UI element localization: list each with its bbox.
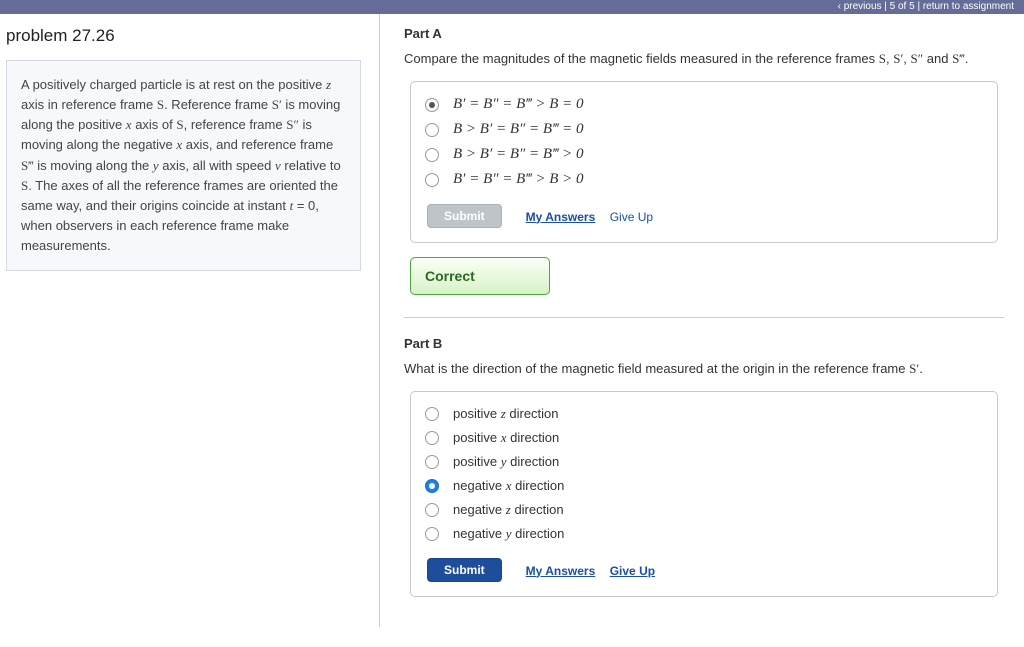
part-a: Part A Compare the magnitudes of the mag… [404, 26, 1004, 295]
choice-label: positive y direction [453, 454, 559, 470]
radio-icon[interactable] [425, 407, 439, 421]
choice-row[interactable]: B′ = B″ = B‴ > B = 0 [425, 92, 983, 117]
top-nav: ‹ previous | 5 of 5 | return to assignme… [0, 0, 1024, 14]
problem-statement: A positively charged particle is at rest… [6, 60, 361, 271]
radio-icon[interactable] [425, 527, 439, 541]
choice-label: negative x direction [453, 478, 564, 494]
choice-label: positive x direction [453, 430, 559, 446]
radio-icon[interactable] [425, 123, 439, 137]
part-b-label: Part B [404, 336, 1004, 351]
radio-icon[interactable] [425, 503, 439, 517]
left-panel: problem 27.26 A positively charged parti… [0, 14, 380, 627]
choice-row[interactable]: positive y direction [425, 450, 983, 474]
choice-label: B′ = B″ = B‴ > B > 0 [453, 171, 584, 188]
choice-row[interactable]: B′ = B″ = B‴ > B > 0 [425, 167, 983, 192]
radio-icon[interactable] [425, 455, 439, 469]
divider [404, 317, 1004, 318]
radio-icon[interactable] [425, 431, 439, 445]
radio-icon[interactable] [425, 479, 439, 493]
radio-icon[interactable] [425, 148, 439, 162]
part-a-label: Part A [404, 26, 1004, 41]
problem-title: problem 27.26 [6, 26, 361, 46]
choice-label: B > B′ = B″ = B‴ = 0 [453, 121, 584, 138]
choice-row[interactable]: B > B′ = B″ = B‴ > 0 [425, 142, 983, 167]
part-b: Part B What is the direction of the magn… [404, 336, 1004, 597]
give-up-link[interactable]: Give Up [610, 564, 655, 578]
choice-row[interactable]: negative x direction [425, 474, 983, 498]
choice-label: negative y direction [453, 526, 564, 542]
choice-label: negative z direction [453, 502, 564, 518]
my-answers-link[interactable]: My Answers [526, 210, 596, 224]
choice-row[interactable]: positive z direction [425, 402, 983, 426]
radio-icon[interactable] [425, 98, 439, 112]
part-b-question: What is the direction of the magnetic fi… [404, 361, 1004, 377]
choice-label: positive z direction [453, 406, 559, 422]
part-a-question: Compare the magnitudes of the magnetic f… [404, 51, 1004, 67]
choice-row[interactable]: positive x direction [425, 426, 983, 450]
right-panel: Part A Compare the magnitudes of the mag… [380, 14, 1024, 627]
choice-row[interactable]: B > B′ = B″ = B‴ = 0 [425, 117, 983, 142]
choice-row[interactable]: negative y direction [425, 522, 983, 546]
choice-row[interactable]: negative z direction [425, 498, 983, 522]
choice-label: B > B′ = B″ = B‴ > 0 [453, 146, 584, 163]
give-up-link[interactable]: Give Up [610, 210, 653, 224]
my-answers-link[interactable]: My Answers [526, 564, 596, 578]
part-b-choices: positive z direction positive x directio… [410, 391, 998, 597]
choice-label: B′ = B″ = B‴ > B = 0 [453, 96, 584, 113]
radio-icon[interactable] [425, 173, 439, 187]
submit-button[interactable]: Submit [427, 204, 502, 228]
correct-feedback: Correct [410, 257, 550, 295]
part-a-choices: B′ = B″ = B‴ > B = 0 B > B′ = B″ = B‴ = … [410, 81, 998, 243]
submit-button[interactable]: Submit [427, 558, 502, 582]
